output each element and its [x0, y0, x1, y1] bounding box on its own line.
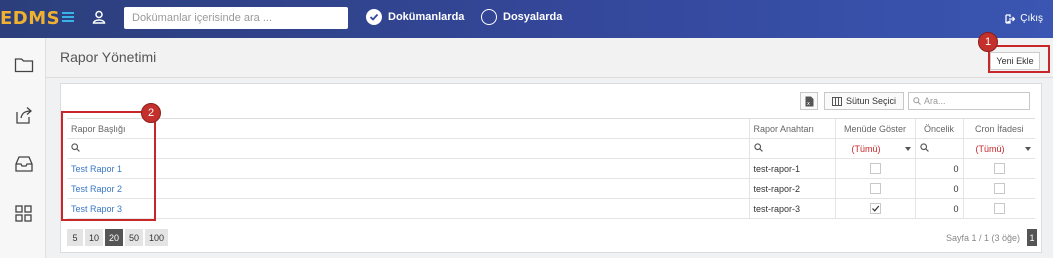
table-header-row: Rapor Başlığı Rapor Anahtarı Menüde Göst… — [67, 118, 1035, 139]
filter-key[interactable] — [748, 138, 835, 159]
document-search-input[interactable] — [124, 7, 348, 29]
column-header-show-menu[interactable]: Menüde Göster — [834, 118, 915, 139]
logout-button[interactable]: Çıkış — [1005, 13, 1043, 24]
show-menu-checkbox-checked[interactable] — [869, 203, 881, 215]
filter-cron-select[interactable]: (Tümü) — [962, 138, 1035, 159]
table-row[interactable]: Test Rapor 3 test-rapor-3 0 — [67, 198, 1035, 219]
highlight-box-1 — [988, 45, 1050, 73]
cron-checkbox-cell[interactable] — [962, 198, 1035, 219]
show-menu-checkbox-cell[interactable] — [834, 158, 915, 179]
page-size-option[interactable]: 5 — [67, 229, 83, 246]
column-header-key[interactable]: Rapor Anahtarı — [748, 118, 835, 139]
scope-documents-label: Dokümanlarda — [388, 11, 465, 23]
page-header: Rapor Yönetimi Yeni Ekle — [46, 38, 1053, 78]
share-icon[interactable] — [14, 105, 34, 125]
report-key: test-rapor-3 — [748, 198, 835, 219]
filter-title[interactable] — [67, 138, 749, 159]
hamburger-menu-icon[interactable] — [62, 12, 74, 22]
left-sidebar — [0, 38, 46, 258]
radio-unchecked-icon — [481, 9, 497, 25]
grid-search-input[interactable]: Ara... — [908, 92, 1030, 110]
svg-text:x: x — [807, 101, 810, 107]
filter-all-label: (Tümü) — [851, 143, 881, 154]
filter-row: (Tümü) (Tümü) — [67, 138, 1035, 159]
search-icon — [913, 97, 921, 105]
apps-grid-icon[interactable] — [14, 204, 34, 224]
report-key: test-rapor-2 — [748, 178, 835, 199]
scope-files-label: Dosyalarda — [503, 11, 563, 23]
column-chooser-label: Sütun Seçici — [845, 96, 897, 106]
column-chooser-button[interactable]: Sütun Seçici — [824, 92, 904, 110]
brand-logo[interactable]: EDMS — [0, 8, 60, 29]
report-key: test-rapor-1 — [748, 158, 835, 179]
page-size-option[interactable]: 100 — [145, 229, 169, 246]
cron-checkbox-cell[interactable] — [962, 158, 1035, 179]
priority-value: 0 — [914, 178, 963, 199]
report-table: Rapor Başlığı Rapor Anahtarı Menüde Göst… — [67, 118, 1035, 219]
page-size-option[interactable]: 50 — [125, 229, 144, 246]
user-icon[interactable] — [92, 10, 106, 27]
page-size-option[interactable]: 10 — [85, 229, 104, 246]
page-title: Rapor Yönetimi — [60, 49, 157, 65]
show-menu-checkbox[interactable] — [869, 183, 881, 195]
show-menu-checkbox-cell[interactable] — [834, 178, 915, 199]
grid-search-placeholder: Ara... — [924, 96, 946, 106]
column-header-cron[interactable]: Cron İfadesi — [962, 118, 1035, 139]
filter-all-label: (Tümü) — [975, 143, 1005, 154]
page-size-selector: 5 10 20 50 100 — [67, 229, 169, 246]
columns-icon — [831, 96, 842, 106]
report-title-link[interactable]: Test Rapor 2 — [67, 178, 749, 199]
page-size-option-active[interactable]: 20 — [105, 229, 124, 246]
checkmark-icon — [871, 205, 879, 212]
logout-label: Çıkış — [1020, 13, 1043, 24]
chevron-down-icon — [1025, 146, 1031, 151]
column-header-priority[interactable]: Öncelik — [914, 118, 963, 139]
table-row[interactable]: Test Rapor 1 test-rapor-1 0 — [67, 158, 1035, 179]
scope-files-radio[interactable]: Dosyalarda — [481, 9, 562, 25]
radio-checked-icon — [366, 9, 382, 25]
page-info: Sayfa 1 / 1 (3 öğe) — [946, 233, 1021, 243]
inbox-icon[interactable] — [14, 155, 34, 175]
priority-value: 0 — [914, 198, 963, 219]
annotation-badge-1: 1 — [978, 32, 998, 52]
chevron-down-icon — [904, 146, 911, 151]
highlight-box-2 — [61, 111, 156, 221]
table-row[interactable]: Test Rapor 2 test-rapor-2 0 — [67, 178, 1035, 199]
cron-checkbox-cell[interactable] — [962, 178, 1035, 199]
document-export-icon: x — [805, 96, 813, 107]
page-number-button[interactable]: 1 — [1027, 229, 1037, 246]
search-icon — [753, 143, 763, 152]
filter-priority[interactable] — [914, 138, 963, 159]
filter-show-menu-select[interactable]: (Tümü) — [834, 138, 915, 159]
annotation-badge-2: 2 — [141, 103, 161, 123]
cron-checkbox[interactable] — [993, 163, 1005, 175]
cron-checkbox[interactable] — [993, 183, 1005, 195]
report-title-link[interactable]: Test Rapor 1 — [67, 158, 749, 179]
folder-icon[interactable] — [14, 56, 34, 76]
cron-checkbox[interactable] — [993, 203, 1005, 215]
logout-icon — [1005, 13, 1016, 24]
show-menu-checkbox[interactable] — [869, 163, 881, 175]
show-menu-checkbox-cell[interactable] — [834, 198, 915, 219]
top-bar: EDMS Dokümanlarda Dosyalarda Çıkış — [0, 0, 1053, 38]
report-title-link[interactable]: Test Rapor 3 — [67, 198, 749, 219]
scope-documents-radio[interactable]: Dokümanlarda — [366, 9, 464, 25]
priority-value: 0 — [914, 158, 963, 179]
column-header-title[interactable]: Rapor Başlığı — [67, 118, 749, 139]
search-icon — [919, 143, 929, 152]
export-button[interactable]: x — [800, 92, 818, 110]
